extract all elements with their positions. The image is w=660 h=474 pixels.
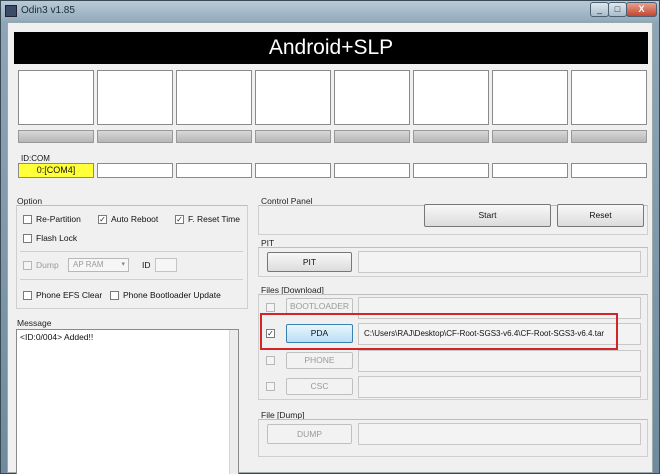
app-icon <box>5 5 17 17</box>
phone-path-field[interactable] <box>358 350 641 372</box>
pit-button[interactable]: PIT <box>267 252 352 272</box>
csc-button[interactable]: CSC <box>286 378 353 395</box>
progress-bar <box>18 130 94 143</box>
progress-bar <box>255 130 331 143</box>
dump-target-value: AP RAM <box>73 260 104 269</box>
id-label: ID <box>142 260 151 270</box>
window-title: Odin3 v1.85 <box>21 5 75 16</box>
odin-window: Odin3 v1.85 _ □ X Android+SLP ID:COM 0:[… <box>0 0 660 474</box>
phone-efs-clear-checkbox[interactable] <box>23 291 32 300</box>
minimize-button[interactable]: _ <box>590 2 609 17</box>
device-slot <box>18 70 94 125</box>
dump-label: Dump <box>36 260 59 270</box>
com-port-field <box>255 163 331 178</box>
chevron-down-icon: ▾ <box>121 261 125 268</box>
message-scrollbar[interactable] <box>229 330 238 474</box>
progress-bar <box>413 130 489 143</box>
phone-button[interactable]: PHONE <box>286 352 353 369</box>
f-reset-time-label: F. Reset Time <box>188 214 240 224</box>
com-port-field <box>492 163 568 178</box>
device-slot <box>334 70 410 125</box>
progress-bar <box>492 130 568 143</box>
com-port-field <box>97 163 173 178</box>
progress-bar <box>176 130 252 143</box>
message-log-line: <ID:0/004> Added!! <box>20 332 94 342</box>
phone-bootloader-update-checkbox[interactable] <box>110 291 119 300</box>
com-port-field <box>413 163 489 178</box>
reset-button[interactable]: Reset <box>557 204 644 227</box>
title-bar[interactable]: Odin3 v1.85 _ □ X <box>1 1 659 21</box>
dump-path-field[interactable] <box>358 423 641 445</box>
progress-bar <box>334 130 410 143</box>
mode-banner: Android+SLP <box>14 32 648 64</box>
device-slot <box>571 70 647 125</box>
re-partition-checkbox[interactable] <box>23 215 32 224</box>
flash-lock-checkbox[interactable] <box>23 234 32 243</box>
device-slot <box>255 70 331 125</box>
client-area: Android+SLP ID:COM 0:[COM4] Option Re-Pa… <box>7 22 653 474</box>
phone-checkbox[interactable] <box>266 356 275 365</box>
re-partition-label: Re-Partition <box>36 214 81 224</box>
csc-checkbox[interactable] <box>266 382 275 391</box>
csc-path-field[interactable] <box>358 376 641 398</box>
device-slot <box>492 70 568 125</box>
auto-reboot-checkbox[interactable]: ✓ <box>98 215 107 224</box>
id-field[interactable] <box>155 258 177 272</box>
flash-lock-label: Flash Lock <box>36 233 78 243</box>
bootloader-checkbox[interactable] <box>266 303 275 312</box>
maximize-button[interactable]: □ <box>608 2 627 17</box>
pda-highlight-box <box>260 313 618 350</box>
option-separator <box>20 279 243 280</box>
option-separator <box>20 251 243 252</box>
progress-bar <box>571 130 647 143</box>
device-slot <box>97 70 173 125</box>
com-port-field <box>334 163 410 178</box>
f-reset-time-checkbox[interactable]: ✓ <box>175 215 184 224</box>
message-group-title: Message <box>17 318 52 328</box>
close-button[interactable]: X <box>626 2 657 17</box>
message-log[interactable]: <ID:0/004> Added!! <box>16 329 239 474</box>
progress-bar <box>97 130 173 143</box>
device-slot <box>413 70 489 125</box>
com-port-field <box>176 163 252 178</box>
device-slot <box>176 70 252 125</box>
idcom-label: ID:COM <box>21 154 50 163</box>
phone-efs-clear-label: Phone EFS Clear <box>36 290 103 300</box>
auto-reboot-label: Auto Reboot <box>111 214 159 224</box>
start-button[interactable]: Start <box>424 204 551 227</box>
dump-button[interactable]: DUMP <box>267 424 352 444</box>
pit-path-field[interactable] <box>358 251 641 273</box>
com-port-field: 0:[COM4] <box>18 163 94 178</box>
dump-checkbox[interactable] <box>23 261 32 270</box>
phone-bootloader-update-label: Phone Bootloader Update <box>123 290 221 300</box>
com-port-field <box>571 163 647 178</box>
dump-target-select[interactable]: AP RAM ▾ <box>68 258 129 272</box>
